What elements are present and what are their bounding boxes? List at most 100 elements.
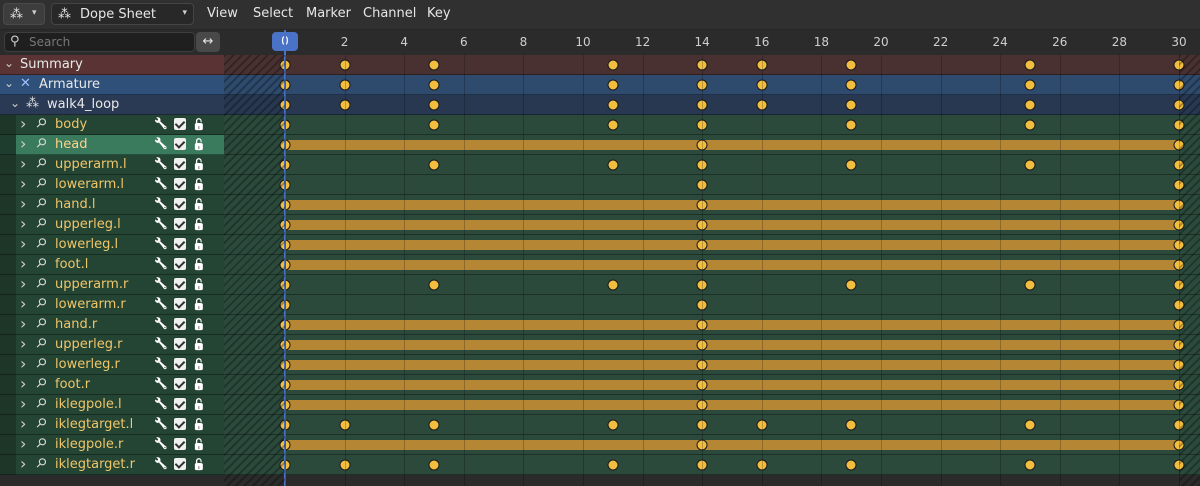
modifier-wrench-icon[interactable]: 🔧 xyxy=(154,137,168,150)
modifier-wrench-icon[interactable]: 🔧 xyxy=(154,197,168,210)
lock-icon[interactable]: 🔓 xyxy=(192,338,206,351)
channel-enabled-checkbox[interactable] xyxy=(174,318,186,330)
keyframe[interactable] xyxy=(428,79,440,91)
channel-row-upperarm-l[interactable]: › ⚲ upperarm.l 🔧 🔓 xyxy=(0,154,224,175)
expand-arrow-icon[interactable]: › xyxy=(20,294,26,313)
channel-row-foot-r[interactable]: › ⚲ foot.r 🔧 🔓 xyxy=(0,374,224,395)
channel-enabled-checkbox[interactable] xyxy=(174,178,186,190)
modifier-wrench-icon[interactable]: 🔧 xyxy=(154,417,168,430)
keyframe[interactable] xyxy=(845,99,857,111)
modifier-wrench-icon[interactable]: 🔧 xyxy=(154,297,168,310)
channel-row-lowerleg-l[interactable]: › ⚲ lowerleg.l 🔧 🔓 xyxy=(0,234,224,255)
modifier-wrench-icon[interactable]: 🔧 xyxy=(154,337,168,350)
channel-enabled-checkbox[interactable] xyxy=(174,158,186,170)
keyframe[interactable] xyxy=(1024,99,1036,111)
timeline-row[interactable] xyxy=(224,195,1200,215)
keyframe[interactable] xyxy=(428,279,440,291)
channel-row-lowerarm-l[interactable]: › ⚲ lowerarm.l 🔧 🔓 xyxy=(0,174,224,195)
channel-enabled-checkbox[interactable] xyxy=(174,418,186,430)
modifier-wrench-icon[interactable]: 🔧 xyxy=(154,397,168,410)
editor-type-button[interactable]: ⁂ ▾ xyxy=(3,3,45,25)
keyframe[interactable] xyxy=(845,79,857,91)
channel-row-summary[interactable]: ⌄ Summary xyxy=(0,55,224,75)
expand-arrow-icon[interactable]: › xyxy=(20,314,26,333)
modifier-wrench-icon[interactable]: 🔧 xyxy=(154,117,168,130)
modifier-wrench-icon[interactable]: 🔧 xyxy=(154,237,168,250)
modifier-wrench-icon[interactable]: 🔧 xyxy=(154,217,168,230)
timeline-row[interactable] xyxy=(224,315,1200,335)
expand-arrow-icon[interactable]: › xyxy=(20,174,26,193)
expand-arrow-icon[interactable]: › xyxy=(20,394,26,413)
keyframe[interactable] xyxy=(845,159,857,171)
channel-row-iklegtarget-r[interactable]: › ⚲ iklegtarget.r 🔧 🔓 xyxy=(0,454,224,475)
keyframe[interactable] xyxy=(1024,419,1036,431)
swap-filter-button[interactable]: ↔ xyxy=(196,32,220,52)
menu-select[interactable]: Select xyxy=(253,6,293,21)
menu-key[interactable]: Key xyxy=(427,6,451,21)
keyframe[interactable] xyxy=(428,459,440,471)
timeline-row[interactable] xyxy=(224,135,1200,155)
timeline-row[interactable] xyxy=(224,95,1200,115)
keyframe[interactable] xyxy=(1024,59,1036,71)
channel-enabled-checkbox[interactable] xyxy=(174,338,186,350)
expand-arrow-icon[interactable]: › xyxy=(20,414,26,433)
keyframe[interactable] xyxy=(845,279,857,291)
menu-view[interactable]: View xyxy=(207,6,238,21)
keyframe-area[interactable] xyxy=(224,55,1200,486)
expand-arrow-icon[interactable]: › xyxy=(20,274,26,293)
keyframe[interactable] xyxy=(607,279,619,291)
expand-arrow-icon[interactable]: › xyxy=(20,214,26,233)
keyframe[interactable] xyxy=(1024,79,1036,91)
timeline-row[interactable] xyxy=(224,355,1200,375)
timeline-row[interactable] xyxy=(224,435,1200,455)
timeline-row[interactable] xyxy=(224,155,1200,175)
expand-arrow-icon[interactable]: › xyxy=(20,254,26,273)
lock-icon[interactable]: 🔓 xyxy=(192,178,206,191)
timeline-row[interactable] xyxy=(224,255,1200,275)
modifier-wrench-icon[interactable]: 🔧 xyxy=(154,157,168,170)
channel-row-iklegpole-r[interactable]: › ⚲ iklegpole.r 🔧 🔓 xyxy=(0,434,224,455)
timeline-row[interactable] xyxy=(224,175,1200,195)
collapse-arrow-icon[interactable]: ⌄ xyxy=(4,76,14,90)
keyframe[interactable] xyxy=(845,59,857,71)
timeline-row[interactable] xyxy=(224,375,1200,395)
timeline-row[interactable] xyxy=(224,275,1200,295)
keyframe[interactable] xyxy=(607,119,619,131)
keyframe[interactable] xyxy=(428,59,440,71)
channel-enabled-checkbox[interactable] xyxy=(174,298,186,310)
timeline-row[interactable] xyxy=(224,395,1200,415)
keyframe[interactable] xyxy=(845,459,857,471)
timeline-row[interactable] xyxy=(224,415,1200,435)
lock-icon[interactable]: 🔓 xyxy=(192,378,206,391)
modifier-wrench-icon[interactable]: 🔧 xyxy=(154,377,168,390)
expand-arrow-icon[interactable]: › xyxy=(20,134,26,153)
keyframe[interactable] xyxy=(845,419,857,431)
channel-row-iklegtarget-l[interactable]: › ⚲ iklegtarget.l 🔧 🔓 xyxy=(0,414,224,435)
timeline-row[interactable] xyxy=(224,455,1200,475)
timeline-row[interactable] xyxy=(224,335,1200,355)
channel-row-foot-l[interactable]: › ⚲ foot.l 🔧 🔓 xyxy=(0,254,224,275)
channel-enabled-checkbox[interactable] xyxy=(174,278,186,290)
modifier-wrench-icon[interactable]: 🔧 xyxy=(154,277,168,290)
channel-row-head[interactable]: › ⚲ head 🔧 🔓 xyxy=(0,134,224,155)
lock-icon[interactable]: 🔓 xyxy=(192,238,206,251)
channel-row-armature[interactable]: ⌄ ✕ Armature xyxy=(0,75,224,95)
channel-enabled-checkbox[interactable] xyxy=(174,438,186,450)
channel-row-upperarm-r[interactable]: › ⚲ upperarm.r 🔧 🔓 xyxy=(0,274,224,295)
expand-arrow-icon[interactable]: › xyxy=(20,114,26,133)
modifier-wrench-icon[interactable]: 🔧 xyxy=(154,457,168,470)
expand-arrow-icon[interactable]: › xyxy=(20,354,26,373)
modifier-wrench-icon[interactable]: 🔧 xyxy=(154,177,168,190)
lock-icon[interactable]: 🔓 xyxy=(192,258,206,271)
keyframe[interactable] xyxy=(1024,459,1036,471)
channel-row-iklegpole-l[interactable]: › ⚲ iklegpole.l 🔧 🔓 xyxy=(0,394,224,415)
expand-arrow-icon[interactable]: › xyxy=(20,454,26,473)
expand-arrow-icon[interactable]: › xyxy=(20,334,26,353)
timeline-row[interactable] xyxy=(224,295,1200,315)
channel-enabled-checkbox[interactable] xyxy=(174,118,186,130)
modifier-wrench-icon[interactable]: 🔧 xyxy=(154,257,168,270)
keyframe[interactable] xyxy=(607,59,619,71)
lock-icon[interactable]: 🔓 xyxy=(192,318,206,331)
channel-row-hand-l[interactable]: › ⚲ hand.l 🔧 🔓 xyxy=(0,194,224,215)
expand-arrow-icon[interactable]: › xyxy=(20,374,26,393)
